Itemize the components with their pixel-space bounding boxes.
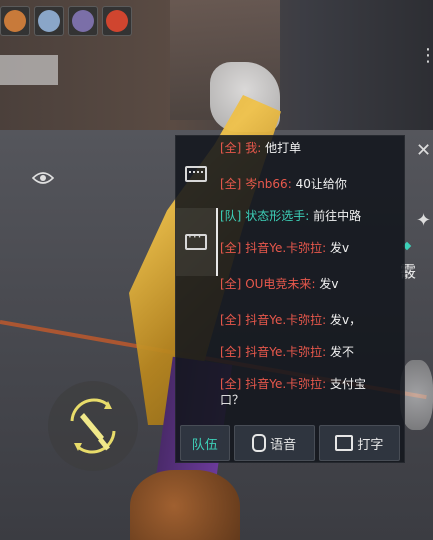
sender-name: 抖音Ye.卡弥拉 xyxy=(245,313,323,327)
tab-quick-chat[interactable] xyxy=(176,140,216,208)
agent-face-1 xyxy=(4,10,26,32)
chat-message: [全] 我: 他打单 xyxy=(220,141,302,155)
keyboard-icon xyxy=(185,166,207,182)
channel-tag: [全] xyxy=(220,141,242,155)
agent-portrait xyxy=(0,6,30,36)
knife-icon xyxy=(70,398,116,454)
keyboard-icon xyxy=(335,435,354,451)
chat-tabs xyxy=(176,136,218,426)
chat-message: [全] 抖音Ye.卡弥拉: 发v xyxy=(220,241,350,255)
message-text: 发v xyxy=(319,277,339,291)
chat-message: [全] 岑nb66: 40让给你 xyxy=(220,177,347,191)
type-button[interactable]: 打字 xyxy=(318,425,400,461)
menu-icon[interactable]: ⋮ xyxy=(419,45,433,66)
channel-tag: [全] xyxy=(220,241,242,255)
channel-tag: [全] xyxy=(220,377,242,391)
sender-name: OU电竞未来 xyxy=(245,277,312,291)
team-label: 队伍 xyxy=(191,437,218,453)
sender-name: 岑nb66 xyxy=(245,177,288,191)
chat-message: [全] 抖音Ye.卡弥拉: 发不 xyxy=(220,345,355,359)
message-text: 40让给你 xyxy=(295,177,347,191)
sender-name: 状态形选手 xyxy=(245,209,306,223)
switch-weapon-button[interactable] xyxy=(48,381,138,471)
microphone-icon xyxy=(252,434,267,452)
chat-actions: 队伍 语音 打字 xyxy=(176,422,404,462)
agent-face-3 xyxy=(72,10,94,32)
message-text: 他打单 xyxy=(265,141,302,155)
agent-portrait xyxy=(102,6,132,36)
team-button[interactable]: 队伍 xyxy=(180,425,230,461)
message-text: 前往中路 xyxy=(313,209,362,223)
message-text: 发v xyxy=(330,241,350,255)
tab-messages[interactable] xyxy=(176,208,218,276)
channel-tag: [全] xyxy=(220,277,242,291)
minimap-edge xyxy=(0,55,58,85)
agent-portrait xyxy=(34,6,64,36)
channel-tag: [全] xyxy=(220,313,242,327)
agent-portrait xyxy=(68,6,98,36)
message-icon xyxy=(185,230,207,250)
ability-icon[interactable]: ✦ xyxy=(416,210,431,231)
agent-face-4 xyxy=(106,10,128,32)
voice-button[interactable]: 语音 xyxy=(233,425,315,461)
sender-name: 我 xyxy=(245,141,258,155)
agent-face-2 xyxy=(38,10,60,32)
sender-name: 抖音Ye.卡弥拉 xyxy=(245,345,323,359)
type-label: 打字 xyxy=(357,437,384,453)
chat-panel: [全] 我: 他打单 [全] 岑nb66: 40让给你 [队] 状态形选手: 前… xyxy=(175,135,405,463)
message-text: 发不 xyxy=(330,345,355,359)
chat-message: [全] 抖音Ye.卡弥拉: 支付宝口？ xyxy=(220,377,367,407)
voice-label: 语音 xyxy=(270,437,297,453)
player-hand xyxy=(130,470,240,540)
agent-portraits xyxy=(0,6,132,36)
message-text: 发v， xyxy=(330,313,362,327)
channel-tag: [队] xyxy=(220,209,242,223)
channel-tag: [全] xyxy=(220,345,242,359)
eye-icon[interactable] xyxy=(32,168,54,188)
sender-name: 抖音Ye.卡弥拉 xyxy=(245,241,323,255)
close-icon[interactable]: ✕ xyxy=(416,140,431,161)
chat-message: [全] 抖音Ye.卡弥拉: 发v， xyxy=(220,313,362,327)
sender-name: 抖音Ye.卡弥拉 xyxy=(245,377,323,391)
chat-message: [全] OU电竞未来: 发v xyxy=(220,277,339,291)
chat-message: [队] 状态形选手: 前往中路 xyxy=(220,209,362,223)
channel-tag: [全] xyxy=(220,177,242,191)
